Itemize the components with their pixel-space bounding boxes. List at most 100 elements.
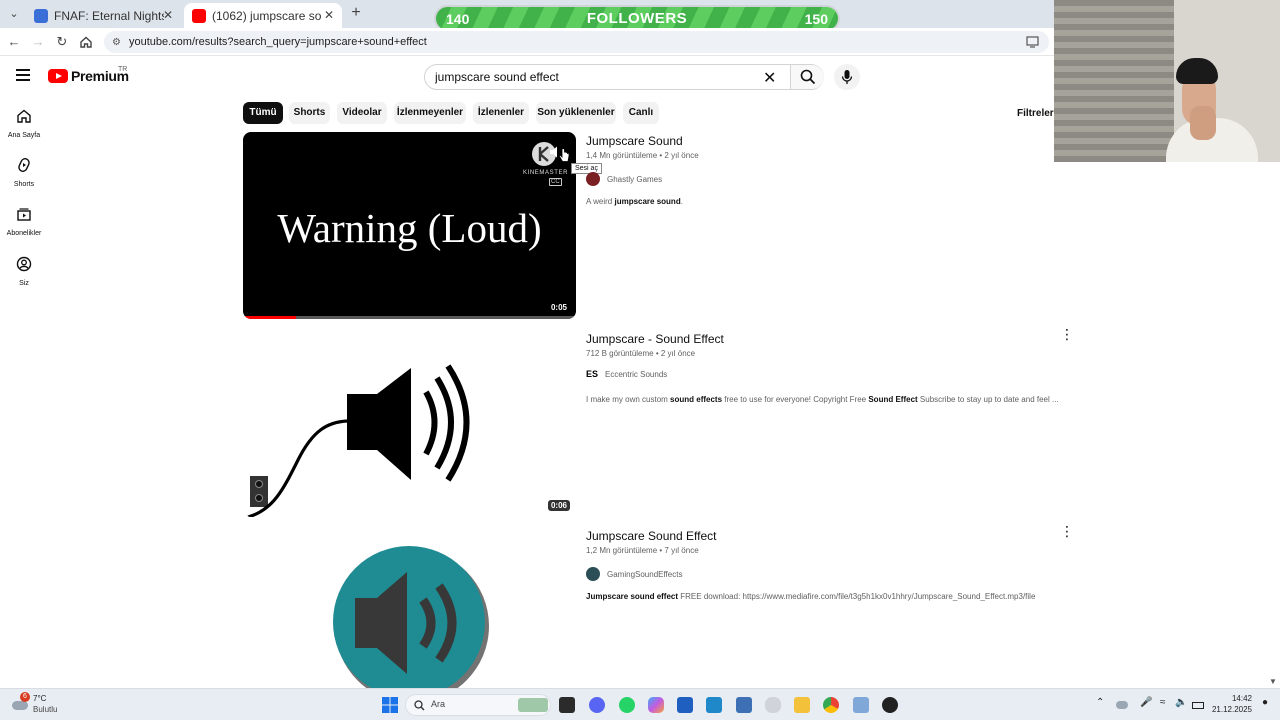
playback-progress-fill — [243, 316, 297, 319]
desc-highlight: sound effects — [670, 395, 723, 404]
filters-button[interactable]: Filtreler — [1017, 108, 1054, 119]
new-tab-button[interactable]: + — [346, 4, 366, 24]
copilot-icon[interactable] — [648, 697, 664, 713]
desc-highlight: jumpscare sound — [614, 197, 681, 206]
channel-name[interactable]: GamingSoundEffects — [607, 570, 682, 579]
close-tab-icon[interactable]: ✕ — [324, 8, 334, 22]
channel-avatar[interactable] — [586, 567, 600, 581]
chip-shorts[interactable]: Shorts — [289, 102, 330, 124]
region-code: TR — [118, 66, 128, 73]
more-options-icon[interactable]: ⋮ — [1060, 524, 1074, 538]
photos-icon[interactable] — [706, 697, 722, 713]
whatsapp-icon[interactable] — [619, 697, 635, 713]
sidebar-item-shorts[interactable]: Shorts — [0, 157, 48, 188]
chrome-icon[interactable] — [823, 697, 839, 713]
store-icon[interactable] — [677, 697, 693, 713]
chip-recently-uploaded[interactable]: Son yüklenenler — [536, 102, 616, 124]
weather-widget[interactable]: 6 — [10, 692, 30, 715]
show-hidden-icons[interactable]: ⌃ — [1096, 697, 1104, 708]
taskbar-search[interactable]: Ara — [405, 694, 551, 716]
search-button[interactable] — [790, 65, 824, 89]
calculator-icon[interactable] — [736, 697, 752, 713]
home-icon — [17, 109, 31, 123]
microphone-tray-icon[interactable]: 🎤 — [1140, 697, 1152, 708]
channel-row[interactable]: ES Eccentric Sounds — [586, 369, 667, 379]
home-page-icon[interactable] — [78, 34, 94, 50]
video-thumbnail[interactable]: Warning (Loud) KINEMASTER CC 0:05 — [243, 132, 576, 319]
file-explorer-icon[interactable] — [794, 697, 810, 713]
desc-text: . — [680, 197, 683, 206]
desc-highlight: Sound Effect — [868, 395, 918, 404]
address-bar[interactable]: ⚙ youtube.com/results?search_query=jumps… — [104, 31, 1049, 53]
video-description: A weird jumpscare sound. — [586, 197, 683, 206]
account-icon — [16, 256, 32, 272]
cast-icon[interactable] — [1026, 36, 1039, 48]
back-icon[interactable]: ← — [6, 34, 22, 50]
sidebar-item-home[interactable]: Ana Sayfa — [0, 108, 48, 139]
tab-title: (1062) jumpscare sound eff — [212, 8, 322, 23]
video-title[interactable]: Jumpscare Sound Effect — [586, 529, 717, 543]
channel-row[interactable]: Ghastly Games — [586, 172, 662, 186]
clock-time[interactable]: 14:42 — [1210, 694, 1252, 703]
video-meta: 1,2 Mn görüntüleme • 7 yıl önce — [586, 546, 699, 555]
clock-date[interactable]: 21.12.2025 — [1202, 705, 1252, 714]
search-bar: ✕ — [424, 64, 824, 90]
youtube-premium-logo[interactable]: Premium TR — [48, 66, 129, 84]
followers-goal: 150 — [804, 10, 828, 27]
webcam-overlay — [1054, 0, 1280, 162]
chip-live[interactable]: Canlı — [623, 102, 659, 124]
channel-name[interactable]: Ghastly Games — [607, 175, 662, 184]
weather-desc: Bulutlu — [33, 705, 58, 714]
chip-unwatched[interactable]: İzlenmeyenler — [394, 102, 466, 124]
tab-search-dropdown[interactable]: ⌄ — [4, 4, 24, 24]
video-title[interactable]: Jumpscare - Sound Effect — [586, 332, 724, 346]
video-thumbnail[interactable]: 0:06 — [243, 330, 576, 517]
video-duration: 0:05 — [547, 302, 570, 313]
cloud-tray-icon[interactable] — [1116, 701, 1128, 709]
chip-videos[interactable]: Videolar — [337, 102, 387, 124]
forward-icon[interactable]: → — [30, 34, 46, 50]
weather-badge: 6 — [20, 692, 30, 702]
sidebar-item-label: Abonelikler — [6, 230, 42, 237]
video-title[interactable]: Jumpscare Sound — [586, 134, 683, 148]
clear-search-icon[interactable]: ✕ — [763, 68, 776, 88]
chip-all[interactable]: Tümü — [243, 102, 283, 124]
volume-icon[interactable]: 🔈 — [1175, 697, 1187, 708]
task-view-icon[interactable] — [559, 697, 575, 713]
captions-badge[interactable]: CC — [549, 178, 562, 186]
search-input[interactable] — [435, 69, 755, 85]
browser-tab[interactable]: FNAF: Eternal Nights 🔥 - Robl ✕ — [26, 3, 181, 28]
menu-icon[interactable] — [16, 69, 30, 81]
scroll-down-arrow-icon[interactable]: ▼ — [1269, 677, 1277, 686]
more-options-icon[interactable]: ⋮ — [1060, 327, 1074, 341]
desc-text: A weird — [586, 197, 615, 206]
reload-icon[interactable]: ↻ — [54, 34, 70, 50]
channel-row[interactable]: GamingSoundEffects — [586, 567, 682, 581]
mouse-app-icon[interactable] — [765, 697, 781, 713]
video-description: Jumpscare sound effect FREE download: ht… — [586, 592, 1035, 601]
site-info-icon[interactable]: ⚙ — [112, 37, 121, 48]
sidebar-item-you[interactable]: Siz — [0, 256, 48, 287]
kinemaster-watermark: KINEMASTER — [523, 170, 569, 176]
video-duration: 0:06 — [547, 500, 570, 511]
obs-icon[interactable] — [882, 697, 898, 713]
discord-icon[interactable] — [589, 697, 605, 713]
wifi-icon[interactable]: ≈ — [1160, 697, 1166, 708]
settings-app-icon[interactable] — [853, 697, 869, 713]
windows-start-icon[interactable] — [382, 697, 398, 713]
channel-name[interactable]: Eccentric Sounds — [605, 370, 667, 379]
playback-progress-bar[interactable] — [243, 316, 576, 319]
chip-watched[interactable]: İzlenenler — [473, 102, 529, 124]
channel-avatar[interactable] — [586, 172, 600, 186]
weather-temp: 7°C — [33, 694, 47, 703]
channel-badge[interactable]: ES — [586, 369, 598, 379]
video-thumbnail[interactable] — [243, 528, 576, 688]
voice-search-button[interactable] — [834, 64, 860, 90]
desc-text: free to use for everyone! Copyright Free — [722, 395, 869, 404]
desc-text: I make my own custom — [586, 395, 671, 404]
browser-tab-active[interactable]: (1062) jumpscare sound eff ✕ — [184, 3, 342, 28]
roblox-favicon-icon — [34, 8, 48, 23]
close-tab-icon[interactable]: ✕ — [163, 8, 173, 22]
notifications-icon[interactable]: ● — [1262, 697, 1268, 708]
sidebar-item-subscriptions[interactable]: Abonelikler — [0, 206, 48, 237]
